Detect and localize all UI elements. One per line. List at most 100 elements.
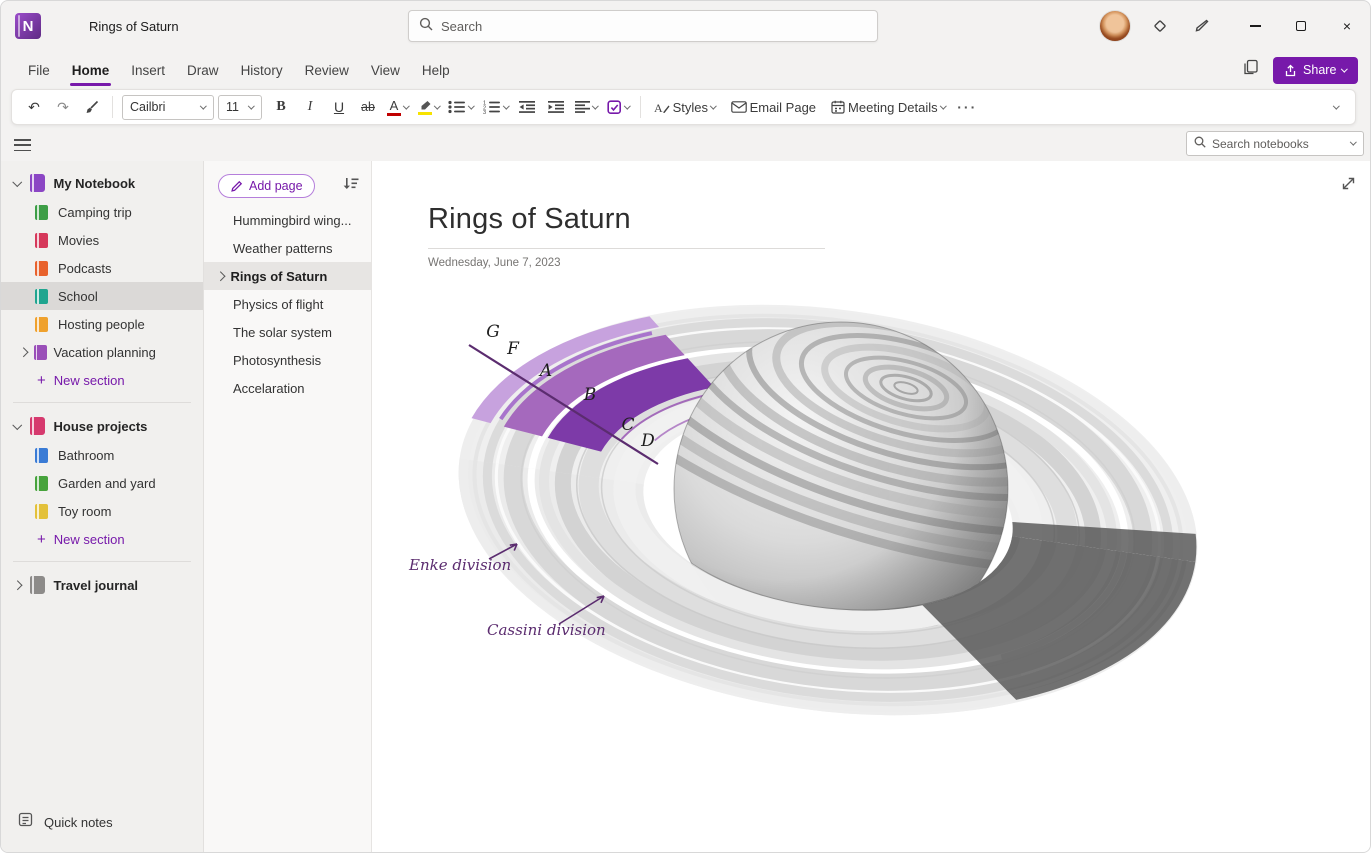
section-podcasts[interactable]: Podcasts xyxy=(1,254,203,282)
search-icon xyxy=(1194,135,1206,153)
section-icon xyxy=(35,233,48,248)
menu-home[interactable]: Home xyxy=(61,51,121,89)
menu-view[interactable]: View xyxy=(360,51,411,89)
page-item[interactable]: Photosynthesis xyxy=(204,346,371,374)
page-item[interactable]: Hummingbird wing... xyxy=(204,206,371,234)
chevron-down-icon[interactable] xyxy=(1350,139,1356,145)
ring-label-f: F xyxy=(506,339,520,359)
expand-page-icon[interactable] xyxy=(1340,175,1357,197)
decrease-indent-button[interactable] xyxy=(513,93,541,121)
align-button[interactable] xyxy=(571,93,602,121)
ink-pen-icon[interactable] xyxy=(1190,14,1214,38)
page-title[interactable]: Rings of Saturn xyxy=(428,203,631,236)
collapse-ribbon-chevron[interactable] xyxy=(1333,102,1339,108)
increase-indent-button[interactable] xyxy=(542,93,570,121)
meeting-details-button[interactable]: Meeting Details xyxy=(824,93,952,121)
quick-notes-button[interactable]: Quick notes xyxy=(1,806,203,838)
numbered-list-button[interactable]: 123 xyxy=(479,93,513,121)
titlebar: N Rings of Saturn Search × xyxy=(1,1,1370,51)
share-button[interactable]: Share xyxy=(1273,57,1358,84)
font-color-button[interactable]: A xyxy=(383,93,413,121)
page-item[interactable]: Physics of flight xyxy=(204,290,371,318)
account-avatar[interactable] xyxy=(1100,11,1130,41)
notebook-label: Travel journal xyxy=(54,578,139,593)
notebooks-search-input[interactable]: Search notebooks xyxy=(1186,131,1364,156)
strikethrough-button[interactable]: ab xyxy=(354,93,382,121)
redo-button[interactable]: ↷ xyxy=(49,93,77,121)
more-commands-button[interactable]: ··· xyxy=(953,93,981,121)
section-hosting-people[interactable]: Hosting people xyxy=(1,310,203,338)
page-item[interactable]: Accelaration xyxy=(204,374,371,402)
divider xyxy=(13,402,191,403)
section-school[interactable]: School xyxy=(1,282,203,310)
chevron-down-icon[interactable] xyxy=(13,420,22,429)
section-icon xyxy=(35,476,48,491)
section-garden-and-yard[interactable]: Garden and yard xyxy=(1,469,203,497)
menu-file[interactable]: File xyxy=(17,51,61,89)
meeting-details-label: Meeting Details xyxy=(848,100,938,115)
onenote-app-icon: N xyxy=(15,13,41,39)
menubar: File Home Insert Draw History Review Vie… xyxy=(1,51,1370,89)
menu-draw[interactable]: Draw xyxy=(176,51,230,89)
saturn-illustration[interactable]: G F A B C D Enke division Cassini divisi… xyxy=(401,293,1201,723)
menu-review[interactable]: Review xyxy=(294,51,360,89)
font-size-value: 11 xyxy=(226,100,239,114)
email-page-button[interactable]: Email Page xyxy=(724,93,823,121)
highlighter-button[interactable] xyxy=(414,93,444,121)
section-camping-trip[interactable]: Camping trip xyxy=(1,198,203,226)
minimize-button[interactable] xyxy=(1232,1,1278,51)
font-name-value: Cailbri xyxy=(130,100,165,114)
chevron-down-icon xyxy=(592,102,598,108)
menu-help[interactable]: Help xyxy=(411,51,461,89)
new-section-button[interactable]: + New section xyxy=(1,525,203,553)
notebook-icon xyxy=(30,576,45,594)
search-icon xyxy=(419,17,433,36)
sort-pages-icon[interactable] xyxy=(342,177,359,196)
notebook-travel-journal[interactable]: Travel journal xyxy=(1,570,203,600)
chevron-right-icon[interactable] xyxy=(19,347,28,356)
font-size-select[interactable]: 11 xyxy=(218,95,262,120)
underline-button[interactable]: U xyxy=(325,93,353,121)
page-item-selected[interactable]: Rings of Saturn xyxy=(204,262,371,290)
notebooks-search-placeholder: Search notebooks xyxy=(1212,137,1345,151)
section-bathroom[interactable]: Bathroom xyxy=(1,441,203,469)
chevron-down-icon xyxy=(248,102,254,108)
plus-icon: + xyxy=(37,373,46,388)
hamburger-menu-icon[interactable] xyxy=(14,134,38,154)
add-page-button[interactable]: Add page xyxy=(218,174,315,198)
todo-tag-button[interactable] xyxy=(603,93,634,121)
font-name-select[interactable]: Cailbri xyxy=(122,95,214,120)
ring-label-a: A xyxy=(538,361,552,381)
close-button[interactable]: × xyxy=(1324,1,1370,51)
bullet-list-button[interactable] xyxy=(444,93,478,121)
svg-text:3: 3 xyxy=(483,110,486,114)
rewards-diamond-icon[interactable] xyxy=(1148,14,1172,38)
notebook-house-projects[interactable]: House projects xyxy=(1,411,203,441)
chevron-right-icon[interactable] xyxy=(13,580,22,589)
bold-button[interactable]: B xyxy=(267,93,295,121)
section-vacation-planning[interactable]: Vacation planning xyxy=(1,338,203,366)
page-item[interactable]: The solar system xyxy=(204,318,371,346)
undo-button[interactable]: ↶ xyxy=(20,93,48,121)
italic-button[interactable]: I xyxy=(296,93,324,121)
section-toy-room[interactable]: Toy room xyxy=(1,497,203,525)
format-painter-button[interactable] xyxy=(78,93,106,121)
cassini-division-label: Cassini division xyxy=(487,621,606,639)
menu-history[interactable]: History xyxy=(230,51,294,89)
notebook-my-notebook[interactable]: My Notebook xyxy=(1,168,203,198)
page-item[interactable]: Weather patterns xyxy=(204,234,371,262)
chevron-down-icon xyxy=(468,102,474,108)
page-canvas[interactable]: Rings of Saturn Wednesday, June 7, 2023 xyxy=(372,161,1370,852)
email-page-label: Email Page xyxy=(750,100,816,115)
global-search-input[interactable]: Search xyxy=(408,10,878,42)
new-section-button[interactable]: + New section xyxy=(1,366,203,394)
ring-label-b: B xyxy=(583,385,597,405)
copy-page-icon[interactable] xyxy=(1242,59,1259,81)
notebook-label: House projects xyxy=(54,419,148,434)
styles-button[interactable]: A Styles xyxy=(647,93,723,121)
section-movies[interactable]: Movies xyxy=(1,226,203,254)
chevron-down-icon[interactable] xyxy=(13,177,22,186)
quick-notes-icon xyxy=(18,812,33,832)
menu-insert[interactable]: Insert xyxy=(120,51,176,89)
maximize-button[interactable] xyxy=(1278,1,1324,51)
